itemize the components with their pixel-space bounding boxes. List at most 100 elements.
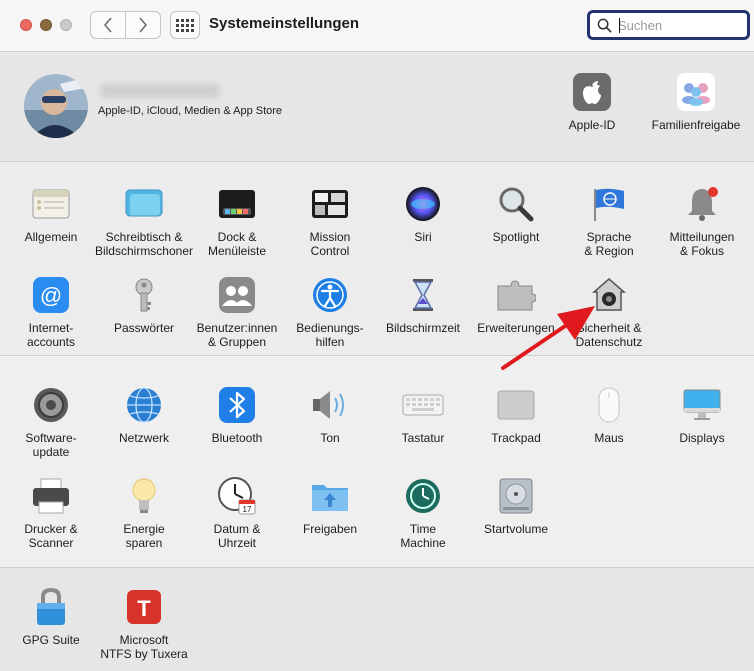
pref-siri[interactable]: Siri [373, 182, 473, 244]
pref-label: Allgemein [24, 230, 78, 244]
pref-keyboard[interactable]: Tastatur [373, 383, 473, 445]
accessibility-icon [308, 273, 352, 317]
notifications-icon [680, 182, 724, 226]
mouse-icon [587, 383, 631, 427]
apple-id-section: Apple-ID, iCloud, Medien & App Store App… [0, 53, 754, 162]
pref-label: Mission Control [309, 230, 351, 258]
pref-label: Bluetooth [211, 431, 263, 445]
search-input[interactable] [618, 17, 736, 33]
pref-label: Internet- accounts [26, 321, 76, 349]
pref-general[interactable]: Allgemein [1, 182, 101, 244]
close-window-button[interactable] [20, 19, 32, 31]
other-section: GPG Suite T Microsoft NTFS by Tuxera [0, 568, 754, 671]
pref-label: Schreibtisch & Bildschirmschoner [94, 230, 194, 258]
minimize-window-button[interactable] [40, 19, 52, 31]
software-update-icon [29, 383, 73, 427]
calendar-day: 17 [243, 505, 252, 514]
desktop-screensaver-icon [122, 182, 166, 226]
pref-label: Time Machine [400, 522, 446, 550]
pref-passwords[interactable]: Passwörter [94, 273, 194, 335]
search-icon [597, 18, 612, 32]
pref-mouse[interactable]: Maus [559, 383, 659, 445]
pref-family-sharing[interactable]: Familienfreigabe [646, 70, 746, 132]
pref-screen-time[interactable]: Bildschirmzeit [373, 273, 473, 335]
keyboard-icon [401, 383, 445, 427]
spotlight-icon [494, 182, 538, 226]
pref-time-machine[interactable]: Time Machine [373, 474, 473, 550]
siri-icon [401, 182, 445, 226]
family-sharing-icon [674, 70, 718, 114]
pref-label: Siri [414, 230, 432, 244]
printers-scanners-icon [29, 474, 73, 518]
pref-label: Apple-ID [568, 118, 616, 132]
pref-label: Benutzer:innen & Gruppen [196, 321, 278, 349]
mission-control-icon [308, 182, 352, 226]
pref-trackpad[interactable]: Trackpad [466, 383, 566, 445]
pref-language-region[interactable]: Sprache & Region [559, 182, 659, 258]
pref-label: Netzwerk [118, 431, 169, 445]
back-button[interactable] [90, 11, 126, 39]
pref-label: Displays [679, 431, 725, 445]
pref-desktop-screensaver[interactable]: Schreibtisch & Bildschirmschoner [94, 182, 194, 258]
forward-button[interactable] [125, 11, 161, 39]
text-caret [619, 18, 620, 33]
startup-disk-icon [494, 474, 538, 518]
sharing-icon [308, 474, 352, 518]
pref-tuxera-ntfs[interactable]: T Microsoft NTFS by Tuxera [94, 585, 194, 661]
svg-text:@: @ [40, 283, 62, 308]
tuxera-ntfs-icon: T [122, 585, 166, 629]
gpg-suite-icon [29, 585, 73, 629]
pref-sharing[interactable]: Freigaben [280, 474, 380, 536]
pref-label: GPG Suite [22, 633, 80, 647]
pref-accessibility[interactable]: Bedienungs- hilfen [280, 273, 380, 349]
pref-label: Maus [594, 431, 624, 445]
pref-printers-scanners[interactable]: Drucker & Scanner [1, 474, 101, 550]
chevron-left-icon [103, 17, 112, 33]
hardware-section: Software- update Netzwerk Bluetooth Ton … [0, 356, 754, 568]
pref-gpg-suite[interactable]: GPG Suite [1, 585, 101, 647]
pref-label: Datum & Uhrzeit [213, 522, 261, 550]
pref-spotlight[interactable]: Spotlight [466, 182, 566, 244]
pref-energy-saver[interactable]: Energie sparen [94, 474, 194, 550]
pref-date-time[interactable]: 17 Datum & Uhrzeit [187, 474, 287, 550]
pref-label: Ton [320, 431, 340, 445]
pref-displays[interactable]: Displays [652, 383, 752, 445]
pref-apple-id[interactable]: Apple-ID [542, 70, 642, 132]
apple-id-icon [570, 70, 614, 114]
displays-icon [680, 383, 724, 427]
pref-dock-menubar[interactable]: Dock & Menüleiste [187, 182, 287, 258]
pref-bluetooth[interactable]: Bluetooth [187, 383, 287, 445]
pref-label: Familienfreigabe [651, 118, 741, 132]
pref-label: Bildschirmzeit [385, 321, 460, 335]
internet-accounts-icon: @ [29, 273, 73, 317]
language-region-icon [587, 182, 631, 226]
pref-startup-disk[interactable]: Startvolume [466, 474, 566, 536]
pref-label: Tastatur [401, 431, 445, 445]
show-all-button[interactable] [170, 11, 200, 39]
pref-label: Startvolume [483, 522, 549, 536]
title-bar: Systemeinstellungen [0, 0, 754, 52]
passwords-icon [122, 273, 166, 317]
pref-label: Energie sparen [123, 522, 165, 550]
pref-mission-control[interactable]: Mission Control [280, 182, 380, 258]
pref-software-update[interactable]: Software- update [1, 383, 101, 459]
pref-users-groups[interactable]: Benutzer:innen & Gruppen [187, 273, 287, 349]
personal-section: Allgemein Schreibtisch & Bildschirmschon… [0, 163, 754, 356]
general-icon [29, 182, 73, 226]
pref-notifications[interactable]: Mitteilungen & Fokus [652, 182, 752, 258]
pref-sound[interactable]: Ton [280, 383, 380, 445]
network-icon [122, 383, 166, 427]
trackpad-icon [494, 383, 538, 427]
zoom-window-button[interactable] [60, 19, 72, 31]
pref-network[interactable]: Netzwerk [94, 383, 194, 445]
user-name-blurred [100, 84, 220, 98]
grid-icon [176, 18, 194, 32]
annotation-arrow-icon [501, 306, 595, 370]
date-time-icon: 17 [215, 474, 259, 518]
search-field[interactable] [587, 10, 750, 40]
avatar[interactable] [24, 74, 88, 138]
pref-label: Microsoft NTFS by Tuxera [100, 633, 188, 661]
pref-label: Passwörter [113, 321, 175, 335]
pref-internet-accounts[interactable]: @ Internet- accounts [1, 273, 101, 349]
pref-label: Freigaben [302, 522, 358, 536]
